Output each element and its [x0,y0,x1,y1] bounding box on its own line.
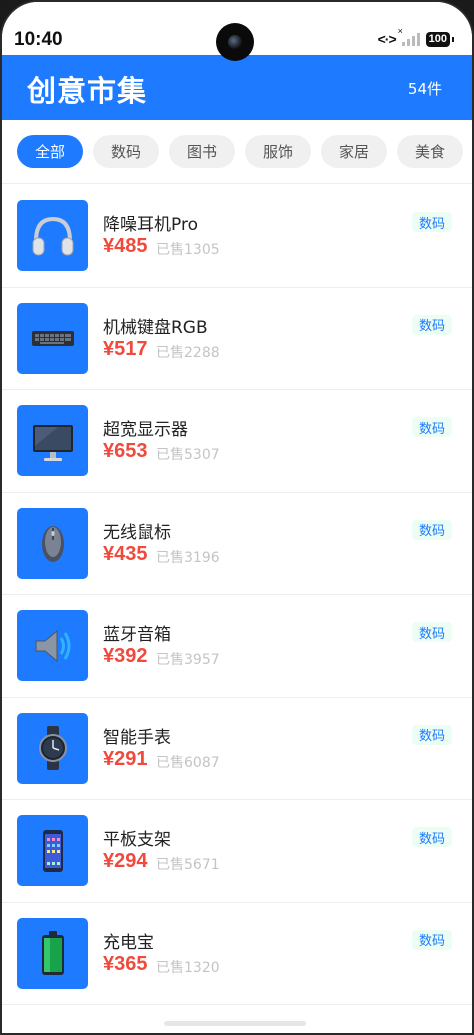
product-name: 机械键盘RGB [103,317,208,338]
category-badge: 数码 [411,622,452,642]
tab-all[interactable]: 全部 [17,135,83,168]
product-price: ¥517 [103,337,148,360]
product-price: ¥435 [103,542,148,565]
mouse-icon [41,526,64,562]
product-list: 降噪耳机Pro ¥485 已售1305 数码 机械键盘RGB ¥517 已售22… [2,185,472,1005]
category-badge: 数码 [411,724,452,745]
product-thumb [17,405,88,476]
product-price: ¥291 [103,747,148,770]
status-time: 10:40 [14,29,63,50]
product-price: ¥392 [103,645,148,667]
category-badge: 数码 [411,314,452,335]
front-camera [216,23,254,61]
product-thumb [17,917,88,989]
watch-icon [38,726,67,770]
product-sold: 已售1305 [156,242,220,258]
product-name: 降噪耳机Pro [103,215,198,235]
speaker-icon [35,629,70,662]
product-name: 充电宝 [103,932,154,953]
product-sold: 已售5307 [156,447,220,463]
product-sold: 已售3957 [156,652,220,668]
item-count: 54件 [407,80,442,98]
phone-frame: 10:40 <·> × 100 创意市集 54件 全部 数码 图书 服饰 家居 … [0,0,474,1035]
product-sold: 已售6087 [156,754,220,771]
product-name: 平板支架 [103,830,171,850]
product-thumb [17,815,88,886]
product-price: ¥294 [103,850,148,872]
status-icons: <·> × 100 [377,26,455,47]
product-price: ¥485 [103,235,148,257]
app-header: 创意市集 54件 [2,55,472,120]
category-badge: 数码 [411,417,452,437]
category-badge: 数码 [411,929,452,950]
tab-apparel[interactable]: 服饰 [245,135,311,168]
product-sold: 已售3196 [156,549,220,566]
product-item[interactable]: 蓝牙音箱 ¥392 已售3957 数码 [2,595,472,698]
keyboard-icon [31,331,74,346]
product-item[interactable]: 平板支架 ¥294 已售5671 数码 [2,800,472,903]
data-sync-icon: <·> [377,31,397,47]
category-badge: 数码 [411,212,452,232]
tab-books[interactable]: 图书 [169,135,235,168]
signal-icon: × [398,26,420,46]
category-tabs: 全部 数码 图书 服饰 家居 美食 [2,120,472,184]
product-thumb [17,507,88,579]
status-bar: 10:40 <·> × 100 [2,2,472,61]
product-item[interactable]: 超宽显示器 ¥653 已售5307 数码 [2,390,472,493]
product-thumb [17,302,88,374]
product-item[interactable]: 降噪耳机Pro ¥485 已售1305 数码 [2,185,472,288]
battery-icon: 100 [425,31,455,47]
battery-pack-icon [41,931,64,975]
category-badge: 数码 [411,519,452,540]
tab-food[interactable]: 美食 [397,135,463,168]
product-name: 无线鼠标 [103,522,171,543]
tab-digital[interactable]: 数码 [93,135,159,168]
product-sold: 已售5671 [156,857,220,873]
headphones-icon [32,216,73,255]
home-indicator[interactable] [164,1021,306,1026]
product-thumb [17,610,88,681]
product-item[interactable]: 机械键盘RGB ¥517 已售2288 数码 [2,288,472,390]
product-item[interactable]: 充电宝 ¥365 已售1320 数码 [2,903,472,1005]
category-badge: 数码 [411,827,452,847]
product-thumb [17,712,88,784]
monitor-icon [32,424,73,461]
product-name: 智能手表 [103,727,171,748]
product-sold: 已售2288 [156,344,220,361]
page-title: 创意市集 [27,74,148,108]
tab-home[interactable]: 家居 [321,135,387,168]
product-sold: 已售1320 [156,959,220,976]
product-item[interactable]: 智能手表 ¥291 已售6087 数码 [2,698,472,800]
product-name: 蓝牙音箱 [103,625,171,645]
product-price: ¥653 [103,440,148,462]
product-item[interactable]: 无线鼠标 ¥435 已售3196 数码 [2,493,472,595]
product-name: 超宽显示器 [103,420,188,440]
tablet-icon [42,829,63,872]
product-price: ¥365 [103,952,148,975]
product-thumb [17,200,88,271]
